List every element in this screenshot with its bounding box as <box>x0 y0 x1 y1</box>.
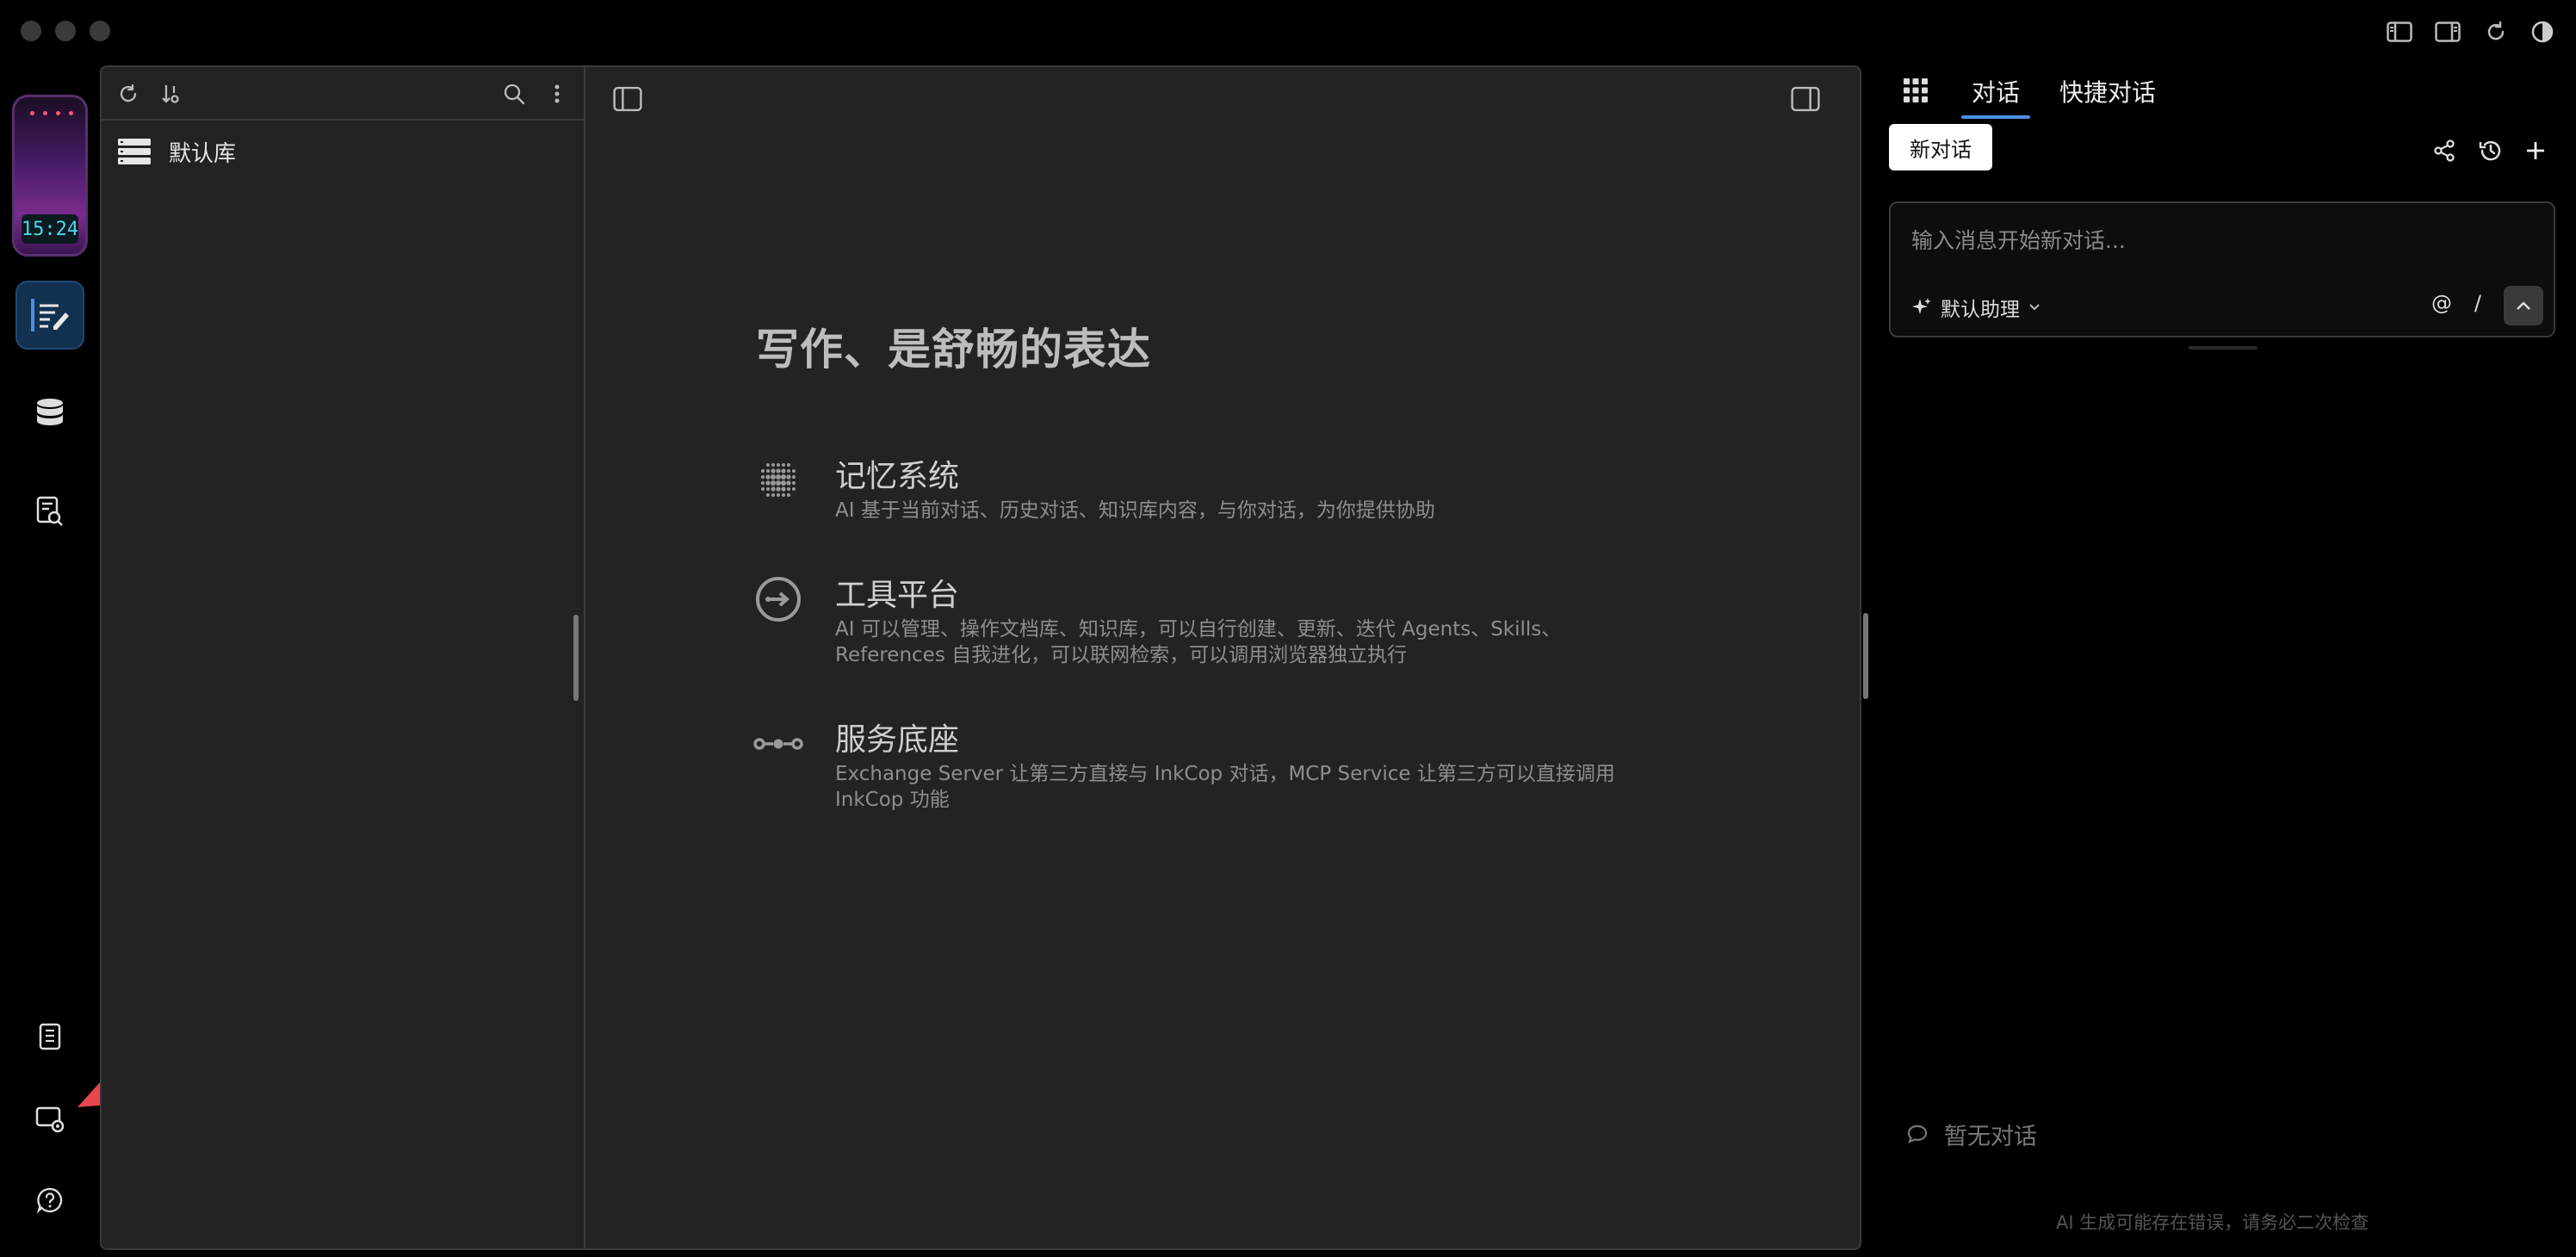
search-library-button[interactable] <box>499 79 529 108</box>
rail-item-write[interactable] <box>15 281 84 350</box>
mention-button[interactable]: @ <box>2431 291 2452 315</box>
toggle-right-panel-button[interactable] <box>2433 17 2462 46</box>
window-close-button[interactable] <box>21 21 41 41</box>
command-button[interactable]: / <box>2474 291 2481 315</box>
composer-drag-handle[interactable] <box>2189 346 2257 350</box>
history-icon <box>2479 140 2501 161</box>
ai-disclaimer: AI 生成可能存在错误，请务必二次检查 <box>2056 1212 2369 1233</box>
feature-memory-desc: AI 基于当前对话、历史对话、知识库内容，与你对话，为你提供协助 <box>835 499 1435 522</box>
new-chat-button[interactable]: 新对话 <box>1889 124 1992 170</box>
sidebar-left-icon <box>613 86 642 112</box>
chat-input[interactable]: 输入消息开始新对话... <box>1911 224 2126 255</box>
library-sidebar: 默认库 <box>102 67 585 1248</box>
share-icon <box>2434 139 2455 162</box>
help-icon <box>36 1187 63 1214</box>
feature-tools-title: 工具平台 <box>835 578 960 613</box>
sort-button[interactable] <box>157 79 186 108</box>
memory-dots-icon <box>752 455 804 506</box>
history-button[interactable] <box>2476 136 2505 165</box>
sidebar-right-icon <box>1791 86 1820 112</box>
editor-toggle-left-button[interactable] <box>613 84 642 114</box>
chevron-down-icon <box>2029 304 2040 311</box>
document-search-icon <box>36 496 63 526</box>
screen-settings-icon <box>35 1106 65 1133</box>
clock-widget[interactable]: 15:24 <box>12 95 88 257</box>
sidebar-resize-handle[interactable] <box>573 615 579 701</box>
theme-toggle-button[interactable] <box>2528 17 2557 46</box>
assistant-label: 默认助理 <box>1941 299 2020 321</box>
refresh-library-button[interactable] <box>114 79 143 108</box>
feature-tools: 工具平台 AI 可以管理、操作文档库、知识库，可以自行创建、更新、迭代 Agen… <box>752 570 1700 673</box>
sort-icon <box>162 85 179 103</box>
feature-memory: 记忆系统 AI 基于当前对话、历史对话、知识库内容，与你对话，为你提供协助 <box>752 451 1700 537</box>
tab-chat[interactable]: 对话 <box>1960 74 2031 119</box>
tool-arrow-icon <box>752 573 804 625</box>
contrast-icon <box>2531 21 2554 43</box>
search-icon <box>504 84 525 105</box>
sidebar-left-icon <box>2387 22 2412 42</box>
feature-memory-title: 记忆系统 <box>835 459 960 494</box>
send-button[interactable] <box>2504 286 2543 325</box>
toggle-left-panel-button[interactable] <box>2385 17 2414 46</box>
assistant-selector[interactable]: 默认助理 <box>1911 293 2040 322</box>
empty-chat-text: 暂无对话 <box>1944 1124 2037 1150</box>
chevron-up-icon <box>2517 301 2530 310</box>
reload-button[interactable] <box>2481 17 2511 46</box>
write-icon <box>31 299 69 331</box>
more-vertical-icon <box>554 84 560 103</box>
apps-grid-button[interactable] <box>1901 76 1930 105</box>
chat-resize-handle[interactable] <box>1863 613 1868 699</box>
hero-title: 写作、是舒畅的表达 <box>756 325 1151 375</box>
window-minimize-button[interactable] <box>55 21 76 41</box>
library-item[interactable]: 默认库 <box>117 133 236 170</box>
tab-quick-chat[interactable]: 快捷对话 <box>2059 74 2156 108</box>
database-icon <box>37 399 63 425</box>
rail-item-help[interactable] <box>15 1166 84 1235</box>
chat-composer[interactable]: 输入消息开始新对话... 默认助理 @ / <box>1889 201 2555 337</box>
sidebar-toolbar <box>102 67 584 121</box>
sparkle-icon <box>1912 298 1931 314</box>
library-name: 默认库 <box>169 140 237 167</box>
status-dots <box>30 111 73 115</box>
editor-toggle-right-button[interactable] <box>1791 84 1820 114</box>
feature-service-title: 服务底座 <box>835 722 960 758</box>
feature-tools-desc: AI 可以管理、操作文档库、知识库，可以自行创建、更新、迭代 Agents、Sk… <box>835 618 1562 666</box>
library-more-button[interactable] <box>542 79 572 108</box>
clock-time: 15:24 <box>22 214 78 244</box>
chat-bubble-icon <box>1907 1124 1928 1143</box>
grid-icon <box>1904 78 1928 102</box>
add-chat-button[interactable] <box>2521 136 2550 165</box>
refresh-icon <box>2487 21 2505 40</box>
plus-icon <box>2527 142 2544 159</box>
refresh-icon <box>120 84 137 102</box>
window-zoom-button[interactable] <box>90 21 110 41</box>
share-button[interactable] <box>2430 136 2459 165</box>
rail-item-knowledge-base[interactable] <box>15 379 84 448</box>
service-link-icon <box>752 718 804 770</box>
library-stack-icon <box>118 139 151 164</box>
notebook-icon <box>39 1023 61 1050</box>
rail-item-doc-search[interactable] <box>15 477 84 546</box>
empty-chat-state: 暂无对话 <box>1906 1118 2037 1151</box>
feature-service: 服务底座 Exchange Server 让第三方直接与 InkCop 对话，M… <box>752 715 1700 818</box>
sidebar-right-icon <box>2435 22 2461 42</box>
feature-service-desc: Exchange Server 让第三方直接与 InkCop 对话，MCP Se… <box>835 763 1615 811</box>
